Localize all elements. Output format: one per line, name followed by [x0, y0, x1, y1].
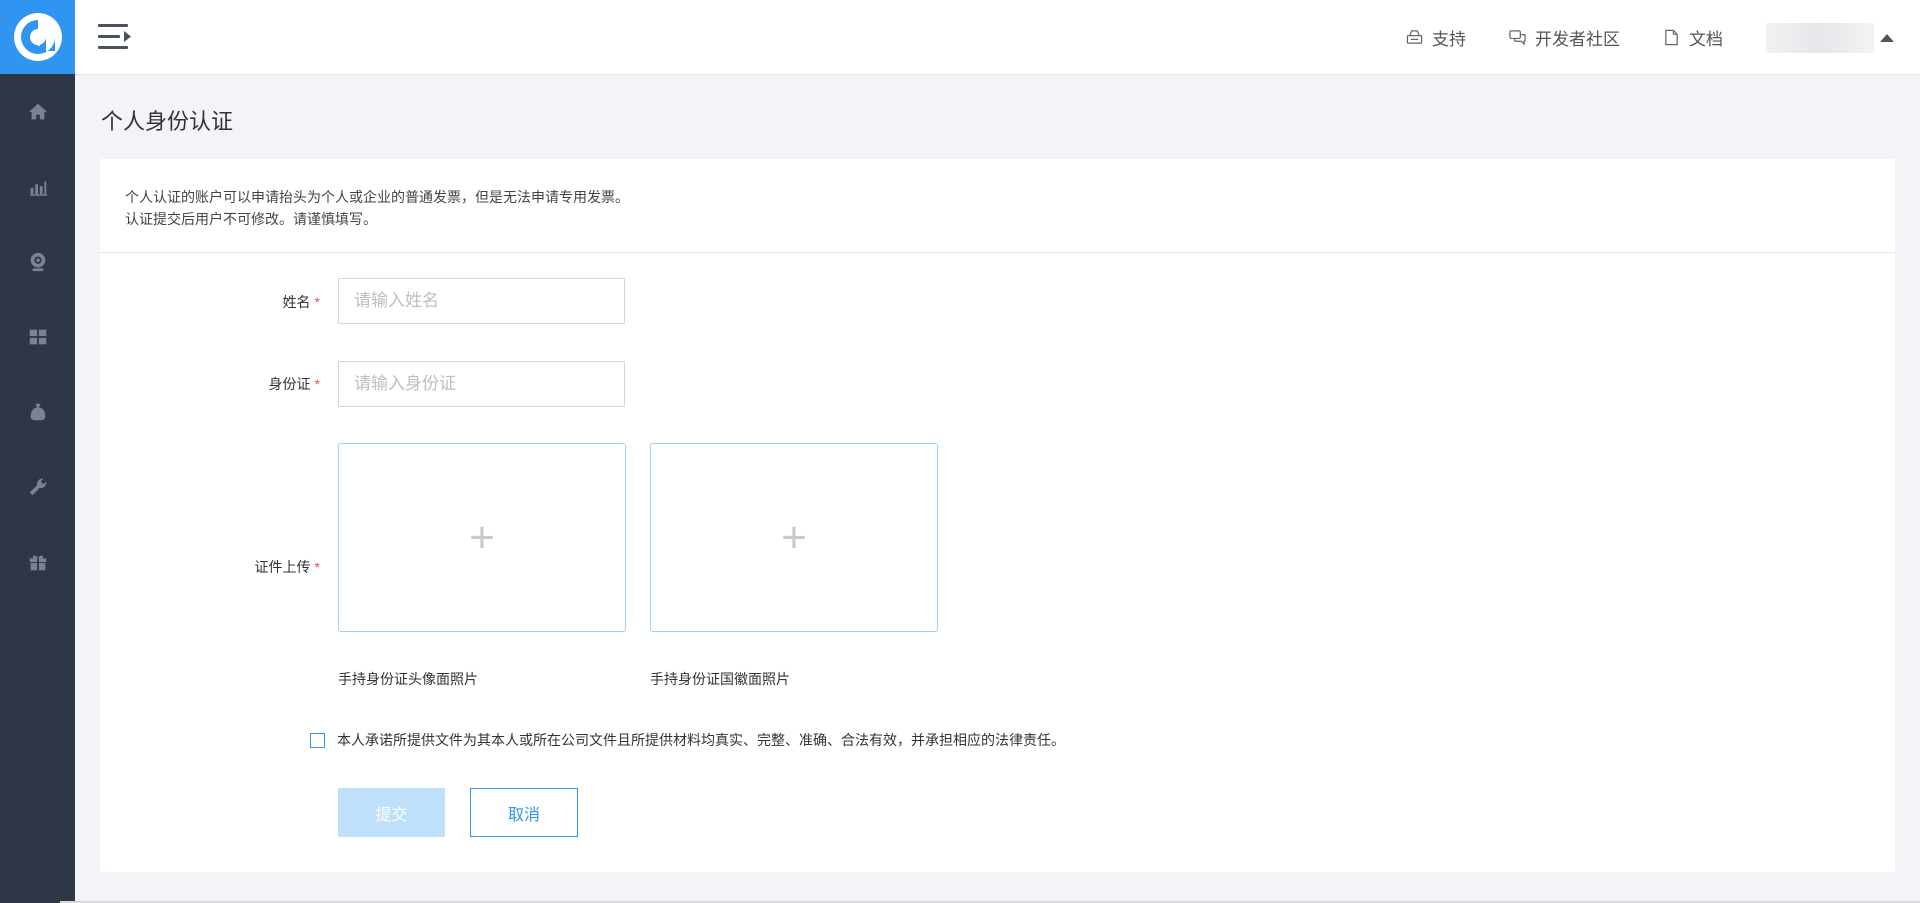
sidebar-item-apps[interactable]: [0, 299, 75, 374]
page-title: 个人身份认证: [101, 109, 234, 134]
home-icon: [28, 103, 47, 119]
upload-back-box[interactable]: +: [650, 443, 938, 632]
sidebar-item-gifts[interactable]: [0, 524, 75, 599]
sidebar-item-home[interactable]: [0, 74, 75, 149]
notice-line-1: 个人认证的账户可以申请抬头为个人或企业的普通发票，但是无法申请专用发票。: [125, 189, 629, 205]
community-label: 开发者社区: [1535, 30, 1620, 49]
webcam-icon: [30, 252, 45, 271]
upload-front-caption: 手持身份证头像面照片: [338, 671, 478, 687]
cancel-button[interactable]: 取消: [470, 788, 578, 837]
money-bag-icon: [30, 403, 45, 420]
logo-icon: [13, 13, 62, 61]
verification-card: 个人认证的账户可以申请抬头为个人或企业的普通发票，但是无法申请专用发票。 认证提…: [100, 159, 1895, 872]
sidebar-item-statistics[interactable]: [0, 149, 75, 224]
agreement-row: 本人承诺所提供文件为其本人或所在公司文件且所提供材料均真实、完整、准确、合法有效…: [310, 730, 1065, 750]
chat-icon: [1509, 30, 1526, 46]
upload-back-caption: 手持身份证国徽面照片: [650, 671, 790, 687]
docs-link[interactable]: 文档: [1663, 25, 1723, 50]
menu-toggle-button[interactable]: [98, 22, 132, 52]
upload-front-box[interactable]: +: [338, 443, 626, 632]
agreement-checkbox[interactable]: [310, 732, 325, 748]
support-label: 支持: [1432, 30, 1466, 49]
agreement-text: 本人承诺所提供文件为其本人或所在公司文件且所提供材料均真实、完整、准确、合法有效…: [337, 732, 1065, 748]
plus-icon: +: [469, 512, 495, 562]
user-menu[interactable]: [1766, 22, 1894, 53]
hamburger-menu-icon: [98, 24, 131, 49]
plus-icon: +: [781, 512, 807, 562]
user-name-redacted: [1766, 22, 1874, 53]
sidebar-item-finance[interactable]: [0, 374, 75, 449]
sidebar: [0, 0, 75, 903]
sidebar-item-tools[interactable]: [0, 449, 75, 524]
header-actions: 支持 开发者社区 文档: [1406, 0, 1920, 75]
notice-box: 个人认证的账户可以申请抬头为个人或企业的普通发票，但是无法申请专用发票。 认证提…: [100, 159, 1895, 253]
caret-up-icon: [1880, 33, 1894, 42]
required-mark: *: [314, 294, 320, 310]
sidebar-item-camera[interactable]: [0, 224, 75, 299]
developer-community-link[interactable]: 开发者社区: [1509, 25, 1620, 50]
gift-icon: [29, 555, 46, 570]
name-input[interactable]: [338, 278, 625, 324]
upload-label: 证件上传 *: [254, 559, 320, 575]
required-mark: *: [314, 376, 320, 392]
printer-icon: [1406, 30, 1423, 44]
id-input[interactable]: [338, 361, 625, 407]
wrench-icon: [29, 478, 46, 495]
top-header: 支持 开发者社区 文档: [75, 0, 1920, 75]
document-icon: [1665, 29, 1678, 46]
name-label: 姓名 *: [282, 294, 320, 310]
grid-icon: [29, 329, 46, 344]
docs-label: 文档: [1689, 30, 1723, 49]
id-label: 身份证 *: [268, 376, 320, 392]
notice-line-2: 认证提交后用户不可修改。请谨慎填写。: [125, 211, 377, 227]
bar-chart-icon: [29, 181, 47, 196]
support-link[interactable]: 支持: [1406, 25, 1466, 50]
required-mark: *: [314, 559, 320, 575]
submit-button[interactable]: 提交: [338, 788, 445, 837]
logo[interactable]: [0, 0, 75, 74]
